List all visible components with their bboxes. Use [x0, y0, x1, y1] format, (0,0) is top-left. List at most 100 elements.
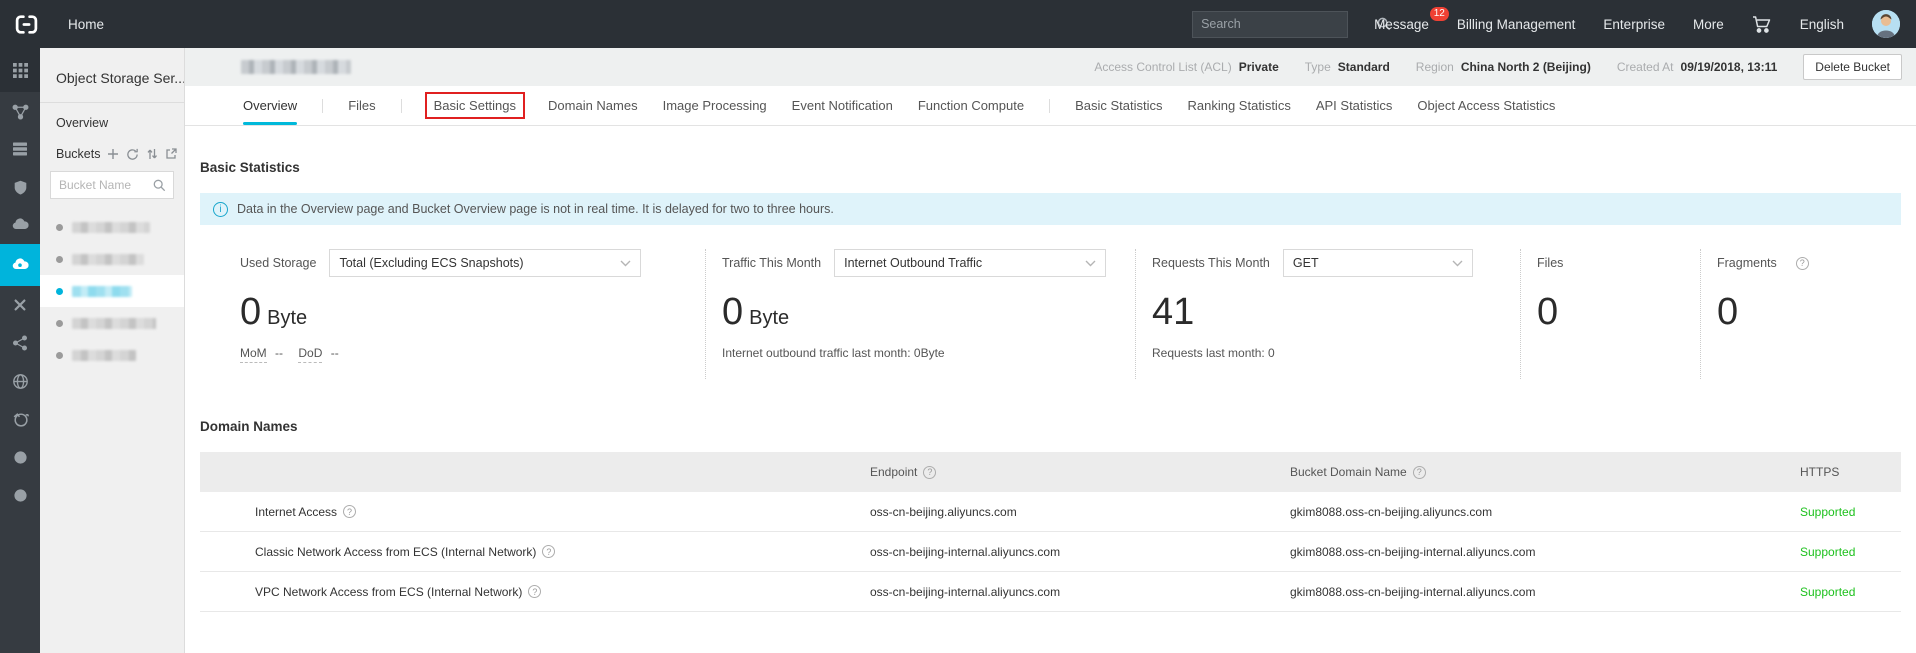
buckets-header: Buckets — [40, 143, 184, 161]
help-icon[interactable]: ? — [528, 585, 541, 598]
created-at-label: Created At — [1617, 60, 1674, 74]
requests-label: Requests This Month — [1152, 256, 1270, 270]
home-link[interactable]: Home — [68, 17, 104, 32]
used-storage-select[interactable]: Total (Excluding ECS Snapshots) — [329, 249, 641, 277]
table-row: Internet Access? oss-cn-beijing.aliyuncs… — [200, 492, 1901, 532]
close-x-icon[interactable] — [0, 286, 40, 324]
bucket-search[interactable] — [50, 171, 174, 199]
redacted-bucket-name — [72, 254, 144, 265]
domain-names-table: Endpoint? Bucket Domain Name? HTTPS Inte… — [200, 452, 1901, 612]
delete-bucket-button[interactable]: Delete Bucket — [1803, 54, 1902, 80]
tab-files[interactable]: Files — [348, 86, 375, 125]
fragments-column: Fragments ? 0 — [1700, 249, 1901, 379]
help-icon[interactable]: ? — [1796, 257, 1809, 270]
tab-label: Files — [348, 98, 375, 113]
select-value: GET — [1293, 256, 1442, 270]
mom-label[interactable]: MoM — [240, 346, 267, 363]
traffic-select[interactable]: Internet Outbound Traffic — [834, 249, 1106, 277]
traffic-label: Traffic This Month — [722, 256, 821, 270]
tab-event-notification[interactable]: Event Notification — [792, 86, 893, 125]
help-icon[interactable]: ? — [542, 545, 555, 558]
tab-label: Domain Names — [548, 98, 638, 113]
value-unit: Byte — [749, 307, 789, 329]
https-header-label: HTTPS — [1800, 465, 1839, 479]
avatar[interactable] — [1872, 10, 1900, 38]
tab-basic-settings[interactable]: Basic Settings — [427, 86, 523, 125]
traffic-note: Internet outbound traffic last month: 0B… — [722, 346, 1135, 360]
files-value: 0 — [1537, 293, 1700, 331]
bucket-list-item[interactable] — [40, 339, 184, 371]
basic-statistics-title: Basic Statistics — [200, 160, 1901, 175]
tab-divider — [1049, 99, 1050, 113]
globe-icon[interactable] — [0, 362, 40, 400]
topbar-search[interactable] — [1192, 11, 1348, 38]
bucket-list-item[interactable] — [40, 243, 184, 275]
tab-label: Object Access Statistics — [1417, 98, 1555, 113]
help-icon[interactable]: ? — [1413, 466, 1426, 479]
requests-value: 41 — [1152, 293, 1520, 331]
tab-label: Ranking Statistics — [1188, 98, 1291, 113]
tab-object-access-statistics[interactable]: Object Access Statistics — [1417, 86, 1555, 125]
help-icon[interactable]: ? — [923, 466, 936, 479]
product-icon-rail — [0, 48, 40, 653]
bucket-list-item[interactable] — [40, 211, 184, 243]
cloud-icon[interactable] — [0, 206, 40, 244]
bucket-tabs: Overview Files Basic Settings Domain Nam… — [185, 86, 1916, 126]
endpoint-value: oss-cn-beijing-internal.aliyuncs.com — [870, 545, 1290, 559]
tab-ranking-statistics[interactable]: Ranking Statistics — [1188, 86, 1291, 125]
expand-icon[interactable] — [165, 148, 177, 160]
language-selector[interactable]: English — [1800, 17, 1844, 32]
tab-domain-names[interactable]: Domain Names — [548, 86, 638, 125]
info-icon: i — [213, 202, 228, 217]
bucket-status-dot — [56, 224, 63, 231]
apps-grid-icon[interactable] — [0, 48, 40, 92]
tab-api-statistics[interactable]: API Statistics — [1316, 86, 1393, 125]
used-storage-label: Used Storage — [240, 256, 316, 270]
highlight-box: Basic Settings — [427, 94, 523, 117]
add-bucket-icon[interactable] — [107, 148, 119, 160]
pet-icon[interactable] — [0, 400, 40, 438]
circle-icon-2[interactable] — [0, 476, 40, 514]
shield-icon[interactable] — [0, 168, 40, 206]
tab-function-compute[interactable]: Function Compute — [918, 86, 1024, 125]
value-number: 0 — [240, 291, 261, 333]
share-nodes-icon[interactable] — [0, 324, 40, 362]
requests-note: Requests last month: 0 — [1152, 346, 1520, 360]
search-input[interactable] — [1193, 17, 1370, 31]
workflow-nodes-icon[interactable] — [0, 92, 40, 130]
access-type: VPC Network Access from ECS (Internal Ne… — [255, 585, 522, 599]
dod-label[interactable]: DoD — [298, 346, 322, 363]
message-link[interactable]: Message 12 — [1374, 17, 1429, 32]
sort-icon[interactable] — [146, 148, 158, 160]
chevron-down-icon — [620, 260, 631, 267]
bucket-list-item-selected[interactable] — [40, 275, 184, 307]
bucket-domain-value: gkim8088.oss-cn-beijing-internal.aliyunc… — [1290, 545, 1800, 559]
oss-cloud-icon[interactable] — [0, 244, 40, 286]
sidebar-item-overview[interactable]: Overview — [40, 103, 184, 143]
more-link[interactable]: More — [1693, 17, 1724, 32]
tab-divider — [401, 99, 402, 113]
access-type: Internet Access — [255, 505, 337, 519]
tab-basic-statistics[interactable]: Basic Statistics — [1075, 86, 1162, 125]
tab-overview[interactable]: Overview — [243, 86, 297, 125]
files-column: Files 0 — [1520, 249, 1700, 379]
refresh-icon[interactable] — [126, 148, 139, 161]
server-icon[interactable] — [0, 130, 40, 168]
billing-management-link[interactable]: Billing Management — [1457, 17, 1576, 32]
redacted-bucket-name — [72, 286, 132, 297]
bucket-search-icon[interactable] — [146, 179, 173, 192]
circle-icon-1[interactable] — [0, 438, 40, 476]
bucket-name-input[interactable] — [51, 178, 146, 192]
enterprise-link[interactable]: Enterprise — [1603, 17, 1665, 32]
tab-image-processing[interactable]: Image Processing — [663, 86, 767, 125]
bucket-list-item[interactable] — [40, 307, 184, 339]
cart-icon[interactable] — [1752, 15, 1772, 34]
alibaba-cloud-logo-icon[interactable] — [6, 12, 46, 37]
bucket-domain-header: Bucket Domain Name? — [1290, 465, 1800, 479]
endpoint-value: oss-cn-beijing-internal.aliyuncs.com — [870, 585, 1290, 599]
tab-label: Image Processing — [663, 98, 767, 113]
message-label: Message — [1374, 17, 1429, 32]
help-icon[interactable]: ? — [343, 505, 356, 518]
requests-select[interactable]: GET — [1283, 249, 1473, 277]
chevron-down-icon — [1085, 260, 1096, 267]
